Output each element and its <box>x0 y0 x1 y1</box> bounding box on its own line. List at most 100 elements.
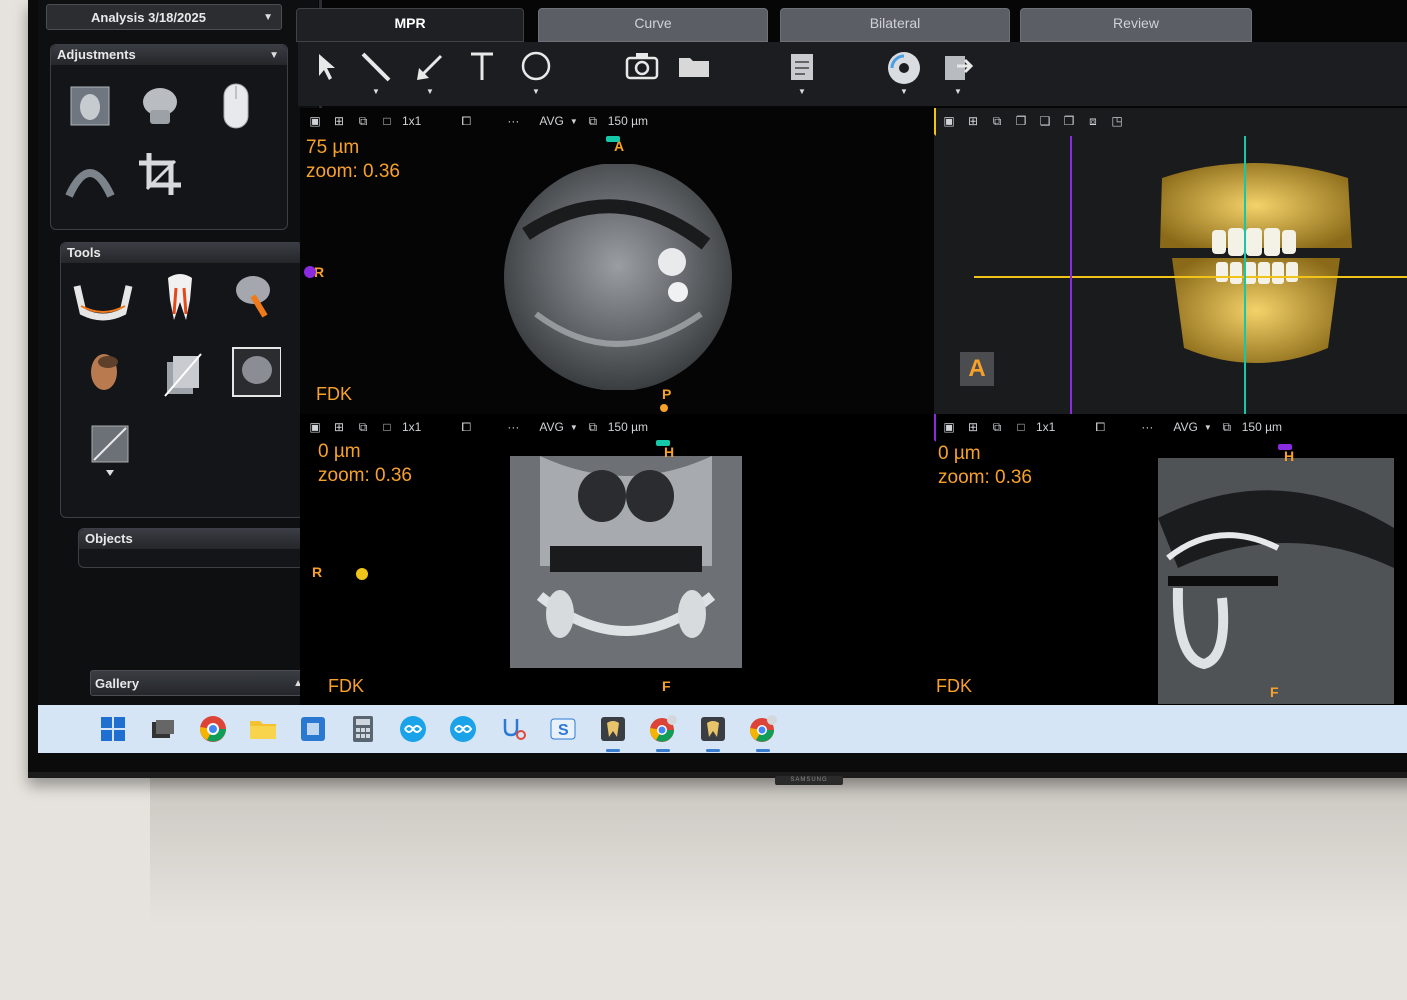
head-handle[interactable] <box>656 440 670 446</box>
view-multi-icon[interactable]: ⧈ <box>1084 113 1102 129</box>
chrome-icon[interactable] <box>198 714 228 744</box>
compare-icon[interactable]: ⧉ <box>988 419 1006 435</box>
report-icon[interactable]: ▼ <box>782 50 822 98</box>
mouse-icon[interactable] <box>211 81 261 131</box>
slice-stack-icon[interactable] <box>157 349 207 399</box>
dental-app-icon[interactable] <box>598 714 628 752</box>
fit-icon[interactable]: ⊞ <box>330 113 348 129</box>
brightness-contrast-icon[interactable] <box>65 81 115 131</box>
layout-label[interactable]: 1x1 <box>1036 420 1055 434</box>
tab-review[interactable]: Review <box>1020 8 1252 42</box>
stethoscope-app-icon[interactable] <box>498 714 528 744</box>
gallery-header[interactable]: Gallery ▲ <box>90 670 312 696</box>
text-tool-icon[interactable] <box>462 50 502 98</box>
line-measure-icon[interactable]: ▼ <box>356 50 396 98</box>
sagittal-viewport[interactable]: ▣ ⊞ ⧉ □ 1x1 ⧠ ··· AVG ▼ ⧉ 150 µm 0 µm zo… <box>934 414 1407 705</box>
fit-icon[interactable]: ⊞ <box>964 113 982 129</box>
camera-icon[interactable]: ▣ <box>306 419 324 435</box>
render-mode-dropdown[interactable]: AVG <box>539 420 563 434</box>
tools-header: Tools <box>61 243 303 263</box>
infinity-app-2-icon[interactable] <box>448 714 478 744</box>
airway-icon[interactable] <box>229 273 279 323</box>
mandible-nerve-icon[interactable] <box>71 275 135 325</box>
coronal-viewport-toolbar: ▣ ⊞ ⧉ □ 1x1 ⧠ ··· AVG ▼ ⧉ 150 µm <box>300 414 934 440</box>
more-icon[interactable]: ··· <box>1141 420 1153 434</box>
analysis-dropdown[interactable]: Analysis 3/18/2025 ▼ <box>46 4 282 30</box>
tab-mpr[interactable]: MPR <box>296 8 524 42</box>
orientation-icon[interactable]: ⧠ <box>1091 419 1109 435</box>
implant-annotation-icon[interactable] <box>85 425 135 477</box>
task-view-icon[interactable] <box>148 714 178 744</box>
tab-curve[interactable]: Curve <box>538 8 768 42</box>
view-side-icon[interactable]: ❑ <box>1036 113 1054 129</box>
volume-3d-viewport[interactable]: ▣ ⊞ ⧉ ❐ ❑ ❒ ⧈ ◳ L A <box>934 108 1407 414</box>
recon-label: FDK <box>936 676 972 696</box>
view-custom-icon[interactable]: ◳ <box>1108 113 1126 129</box>
circle-tool-icon[interactable]: ▼ <box>516 50 556 98</box>
skull-3d-icon[interactable] <box>135 81 185 131</box>
camera-icon[interactable]: ▣ <box>940 113 958 129</box>
adjustments-header[interactable]: Adjustments ▼ <box>51 45 287 65</box>
office-icon[interactable] <box>298 714 328 744</box>
head-handle[interactable] <box>1278 444 1292 450</box>
view-top-icon[interactable]: ❒ <box>1060 113 1078 129</box>
fit-icon[interactable]: ⊞ <box>330 419 348 435</box>
layout-label[interactable]: 1x1 <box>402 114 421 128</box>
single-view-icon[interactable]: □ <box>1012 419 1030 435</box>
anterior-handle[interactable] <box>606 136 620 142</box>
single-view-icon[interactable]: □ <box>378 419 396 435</box>
view-front-icon[interactable]: ❐ <box>1012 113 1030 129</box>
camera-icon[interactable] <box>622 50 662 98</box>
orientation-icon[interactable]: ⧠ <box>457 419 475 435</box>
copy-icon[interactable]: ⧉ <box>1218 419 1236 435</box>
coronal-crosshair-line[interactable] <box>1244 136 1246 414</box>
right-handle[interactable] <box>356 568 368 580</box>
coronal-viewport[interactable]: ▣ ⊞ ⧉ □ 1x1 ⧠ ··· AVG ▼ ⧉ 150 µm 0 µm zo… <box>300 414 934 705</box>
posterior-handle[interactable] <box>660 404 668 412</box>
copy-icon[interactable]: ⧉ <box>584 113 602 129</box>
tab-bilateral[interactable]: Bilateral <box>780 8 1010 42</box>
orientation-icon[interactable]: ⧠ <box>457 113 475 129</box>
tooth-root-icon[interactable] <box>155 273 205 323</box>
compare-icon[interactable]: ⧉ <box>354 113 372 129</box>
cephalometric-icon[interactable] <box>231 347 281 397</box>
layout-label[interactable]: 1x1 <box>402 420 421 434</box>
right-handle[interactable] <box>304 266 316 278</box>
arrow-annotation-icon[interactable]: ▼ <box>410 50 450 98</box>
file-explorer-icon[interactable] <box>248 714 278 744</box>
export-icon[interactable]: ▼ <box>938 50 978 98</box>
left-sidebar: Analysis 3/18/2025 ▼ Adjustments ▼ Tools… <box>38 0 318 705</box>
camera-icon[interactable]: ▣ <box>306 113 324 129</box>
app-window: Analysis 3/18/2025 ▼ Adjustments ▼ Tools… <box>38 0 1407 753</box>
camera-icon[interactable]: ▣ <box>940 419 958 435</box>
objects-header[interactable]: Objects <box>79 529 307 549</box>
copy-icon[interactable]: ⧉ <box>584 419 602 435</box>
compare-icon[interactable]: ⧉ <box>988 113 1006 129</box>
dental-app-2-icon[interactable] <box>698 714 728 752</box>
axial-crosshair-line[interactable] <box>974 276 1407 278</box>
more-icon[interactable]: ··· <box>507 114 519 128</box>
sagittal-crosshair-line[interactable] <box>1070 136 1072 414</box>
s-app-icon[interactable]: S <box>548 714 578 744</box>
crop-icon[interactable] <box>135 149 185 199</box>
render-mode-dropdown[interactable]: AVG <box>1173 420 1197 434</box>
gallery-title: Gallery <box>95 676 140 691</box>
chrome-profile-icon[interactable] <box>648 714 678 752</box>
panoramic-curve-icon[interactable] <box>65 153 115 203</box>
infinity-app-icon[interactable] <box>398 714 428 744</box>
chrome-profile-2-icon[interactable] <box>748 714 778 752</box>
windows-start-icon[interactable] <box>98 714 128 744</box>
compare-icon[interactable]: ⧉ <box>354 419 372 435</box>
select-arrow-icon[interactable] <box>306 50 346 98</box>
calculator-icon[interactable] <box>348 714 378 744</box>
folder-icon[interactable] <box>674 50 714 98</box>
face-photo-icon[interactable] <box>79 349 129 399</box>
single-view-icon[interactable]: □ <box>378 113 396 129</box>
sagittal-ct-slice <box>1158 458 1394 704</box>
render-mode-dropdown[interactable]: AVG <box>539 114 563 128</box>
fit-icon[interactable]: ⊞ <box>964 419 982 435</box>
disc-icon[interactable]: ▼ <box>884 50 924 98</box>
axial-viewport[interactable]: ▣ ⊞ ⧉ □ 1x1 ⧠ ··· AVG ▼ ⧉ 150 µm 75 µm z… <box>300 108 934 414</box>
more-icon[interactable]: ··· <box>507 420 519 434</box>
orientation-badge[interactable]: A <box>960 352 994 386</box>
